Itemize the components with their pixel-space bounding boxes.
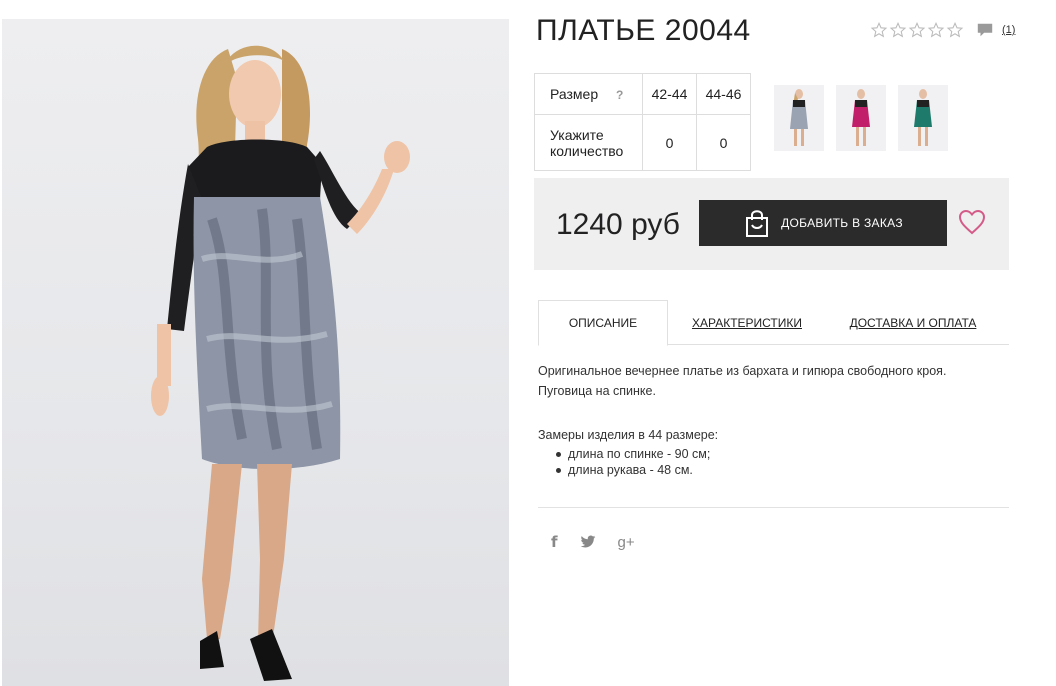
purchase-panel: 1240 руб ДОБАВИТЬ В ЗАКАЗ bbox=[534, 178, 1009, 270]
product-title: ПЛАТЬЕ 20044 bbox=[536, 14, 751, 47]
size-table: Размер ? 42-44 44-46 Укажите количество … bbox=[534, 73, 751, 171]
size-row: Размер ? 42-44 44-46 bbox=[534, 73, 751, 115]
tab-characteristics[interactable]: ХАРАКТЕРИСТИКИ bbox=[690, 300, 804, 345]
add-to-order-button[interactable]: ДОБАВИТЬ В ЗАКАЗ bbox=[699, 200, 947, 246]
twitter-icon[interactable] bbox=[580, 535, 596, 549]
measurements-title: Замеры изделия в 44 размере: bbox=[538, 428, 719, 442]
quantity-input-44-46[interactable]: 0 bbox=[696, 114, 751, 171]
star-empty-icon[interactable] bbox=[889, 21, 907, 39]
list-item: длина по спинке - 90 см; bbox=[554, 446, 1008, 462]
description-line-2: Пуговица на спинке. bbox=[538, 384, 656, 398]
size-label: Размер bbox=[550, 86, 599, 102]
size-help-icon[interactable]: ? bbox=[616, 88, 623, 102]
description-panel: Оригинальное вечернее платье из бархата … bbox=[538, 361, 1008, 478]
size-option-42-44: 42-44 bbox=[642, 73, 697, 115]
heart-icon[interactable] bbox=[958, 209, 986, 235]
quantity-row: Укажите количество 0 0 bbox=[534, 114, 751, 171]
tab-description[interactable]: ОПИСАНИЕ bbox=[538, 300, 668, 346]
star-empty-icon[interactable] bbox=[946, 21, 964, 39]
list-item: длина рукава - 48 см. bbox=[554, 462, 1008, 478]
rating: (1) bbox=[870, 21, 1015, 39]
measurements-list: длина по спинке - 90 см; длина рукава - … bbox=[538, 446, 1008, 478]
quantity-input-42-44[interactable]: 0 bbox=[642, 114, 697, 171]
description-line-1: Оригинальное вечернее платье из бархата … bbox=[538, 364, 947, 378]
shopping-bag-icon bbox=[746, 210, 769, 237]
quantity-label: Укажите количество bbox=[534, 114, 643, 171]
product-main-image[interactable] bbox=[2, 19, 509, 686]
color-thumbnails bbox=[774, 85, 948, 151]
thumbnail-green[interactable] bbox=[898, 85, 948, 151]
google-plus-icon[interactable]: g+ bbox=[618, 534, 635, 551]
facebook-icon[interactable]: f bbox=[551, 533, 558, 551]
rating-stars[interactable] bbox=[870, 21, 964, 39]
thumbnail-pink[interactable] bbox=[836, 85, 886, 151]
comment-icon[interactable] bbox=[976, 21, 994, 39]
size-label-cell: Размер ? bbox=[534, 73, 643, 115]
product-tabs: ОПИСАНИЕ ХАРАКТЕРИСТИКИ ДОСТАВКА И ОПЛАТ… bbox=[538, 300, 1009, 346]
divider bbox=[538, 507, 1009, 508]
star-empty-icon[interactable] bbox=[870, 21, 888, 39]
size-option-44-46: 44-46 bbox=[696, 73, 751, 115]
star-empty-icon[interactable] bbox=[927, 21, 945, 39]
social-share: f g+ bbox=[551, 533, 635, 551]
price: 1240 руб bbox=[556, 208, 680, 241]
review-count-link[interactable]: (1) bbox=[1002, 24, 1015, 36]
add-to-order-label: ДОБАВИТЬ В ЗАКАЗ bbox=[781, 216, 903, 230]
tab-delivery-payment[interactable]: ДОСТАВКА И ОПЛАТА bbox=[849, 300, 977, 345]
star-empty-icon[interactable] bbox=[908, 21, 926, 39]
thumbnail-gray[interactable] bbox=[774, 85, 824, 151]
